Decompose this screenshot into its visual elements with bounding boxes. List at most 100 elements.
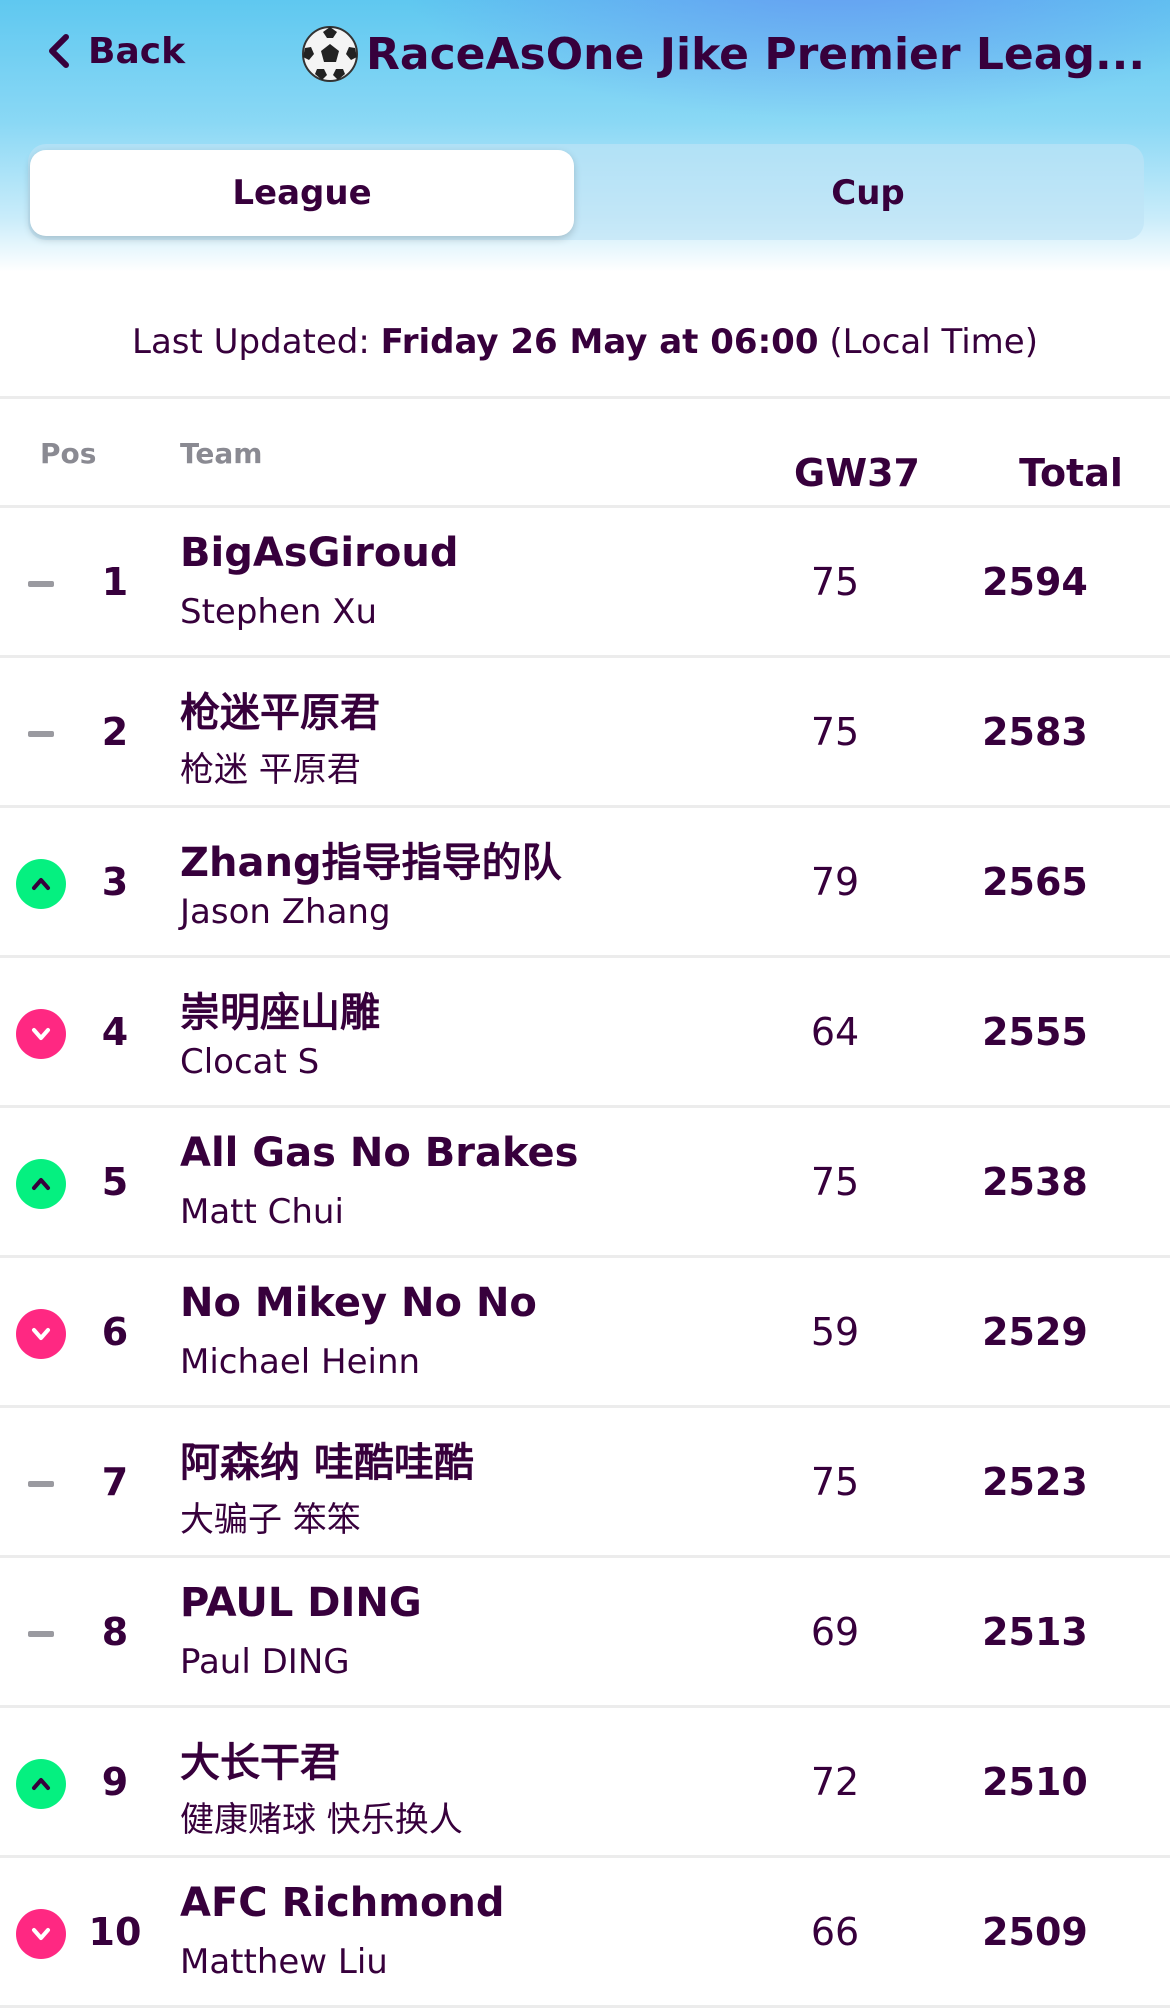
manager-name: Matthew Liu [180,1942,388,1982]
rank-unchanged-icon [28,581,54,587]
total-points: 2538 [982,1160,1088,1204]
rank: 5 [101,1160,129,1204]
last-updated-suffix: (Local Time) [829,322,1038,362]
rank: 9 [101,1760,129,1804]
gameweek-points: 75 [810,1160,860,1204]
gameweek-points: 64 [810,1010,860,1054]
last-updated-datetime: Friday 26 May at 06:00 [380,322,819,362]
last-updated-prefix: Last Updated: [132,322,370,362]
total-points: 2594 [982,560,1088,604]
movement-indicator [16,1159,66,1209]
movement-indicator [16,1459,66,1509]
last-updated: Last Updated: Friday 26 May at 06:00 (Lo… [0,322,1170,382]
team-name[interactable]: 枪迷平原君 [180,680,740,738]
gameweek-points: 69 [810,1610,860,1654]
movement-indicator [16,1909,66,1959]
league-title: RaceAsOne Jike Premier Leag... [366,28,1146,80]
tab-switcher: League Cup [28,144,1144,240]
rank-up-icon [16,1759,66,1809]
movement-indicator [16,559,66,609]
total-points: 2583 [982,710,1088,754]
soccer-ball-icon [302,26,358,82]
manager-name: Paul DING [180,1642,350,1682]
page-title: RaceAsOne Jike Premier Leag... [300,22,1160,86]
gameweek-points: 72 [810,1760,860,1804]
rank-unchanged-icon [28,731,54,737]
rank-down-icon [16,1309,66,1359]
rank-down-icon [16,1009,66,1059]
header-background: Back RaceAsOne Jike Premier Leag... Leag… [0,0,1170,272]
movement-indicator [16,1309,66,1359]
standings-table: Pos Team GW37 Total 1 BigAsGiroud Stephen … [0,396,1170,2008]
team-name[interactable]: AFC Richmond [180,1880,740,1926]
table-row[interactable]: 3 Zhang指导指导的队 Jason Zhang 79 2565 [0,808,1170,958]
movement-indicator [16,1609,66,1659]
top-bar: Back RaceAsOne Jike Premier Leag... [0,0,1170,110]
table-row[interactable]: 9 大长干君健康赌球 快乐换人 72 2510 [0,1708,1170,1858]
total-points: 2510 [982,1760,1088,1804]
gameweek-points: 59 [810,1310,860,1354]
rank: 6 [101,1310,129,1354]
table-row[interactable]: 10 AFC Richmond Matthew Liu 66 2509 [0,1858,1170,2008]
total-points: 2523 [982,1460,1088,1504]
rank-unchanged-icon [28,1481,54,1487]
movement-indicator [16,709,66,759]
tab-league[interactable]: League [30,150,574,236]
table-row[interactable]: 6 No Mikey No No Michael Heinn 59 2529 [0,1258,1170,1408]
rank: 4 [101,1010,129,1054]
total-points: 2529 [982,1310,1088,1354]
total-points: 2555 [982,1010,1088,1054]
total-points: 2509 [982,1910,1088,1954]
table-body: 1 BigAsGiroud Stephen Xu 75 2594 2 枪迷平原君 枪迷 平原君… [0,508,1170,2008]
rank: 10 [88,1910,142,1954]
table-row[interactable]: 5 All Gas No Brakes Matt Chui 75 2538 [0,1108,1170,1258]
table-row[interactable]: 2 枪迷平原君枪迷 平原君 75 2583 [0,658,1170,808]
rank: 2 [101,710,129,754]
rank-up-icon [16,1159,66,1209]
total-points: 2513 [982,1610,1088,1654]
team-name[interactable]: 大长干君 [180,1730,740,1788]
total-points: 2565 [982,860,1088,904]
rank: 3 [101,860,129,904]
rank-up-icon [16,859,66,909]
rank-down-icon [16,1909,66,1959]
team-name[interactable]: 崇明座山雕 [180,980,740,1038]
manager-name: 大骗子 笨笨 [180,1500,361,1540]
table-row[interactable]: 8 PAUL DING Paul DING 69 2513 [0,1558,1170,1708]
manager-name: Stephen Xu [180,592,378,632]
manager-name: Michael Heinn [180,1342,421,1382]
team-name[interactable]: PAUL DING [180,1580,740,1626]
column-team: Team [180,437,263,470]
back-label: Back [88,30,186,72]
gameweek-points: 66 [810,1910,860,1954]
manager-name: 健康赌球 快乐换人 [180,1800,463,1840]
column-gw: GW37 [794,451,920,495]
tab-cup[interactable]: Cup [596,150,1140,236]
gameweek-points: 75 [810,560,860,604]
chevron-left-icon [49,34,69,68]
manager-name: Clocat S [180,1042,320,1082]
movement-indicator [16,1759,66,1809]
gameweek-points: 79 [810,860,860,904]
team-name[interactable]: Zhang指导指导的队 [180,830,740,888]
rank-unchanged-icon [28,1631,54,1637]
manager-name: Jason Zhang [180,892,391,932]
team-name[interactable]: 阿森纳 哇酷哇酷 [180,1430,740,1488]
manager-name: Matt Chui [180,1192,344,1232]
team-name[interactable]: No Mikey No No [180,1280,740,1326]
column-total: Total [1019,451,1123,495]
team-name[interactable]: BigAsGiroud [180,530,740,576]
team-name[interactable]: All Gas No Brakes [180,1130,740,1176]
table-header: Pos Team GW37 Total [0,396,1170,508]
rank: 1 [101,560,129,604]
gameweek-points: 75 [810,1460,860,1504]
table-row[interactable]: 1 BigAsGiroud Stephen Xu 75 2594 [0,508,1170,658]
back-button[interactable]: Back [44,26,185,76]
table-row[interactable]: 7 阿森纳 哇酷哇酷大骗子 笨笨 75 2523 [0,1408,1170,1558]
column-pos: Pos [40,437,97,470]
gameweek-points: 75 [810,710,860,754]
movement-indicator [16,1009,66,1059]
manager-name: 枪迷 平原君 [180,750,361,790]
rank: 7 [101,1460,129,1504]
table-row[interactable]: 4 崇明座山雕 Clocat S 64 2555 [0,958,1170,1108]
